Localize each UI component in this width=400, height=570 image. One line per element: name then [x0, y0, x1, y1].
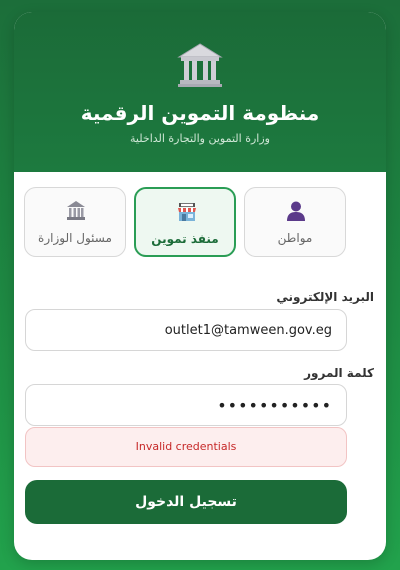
role-selector: مسئول الوزارة منفذ تموين مواطن	[24, 187, 346, 257]
role-label: مسئول الوزارة	[38, 231, 112, 245]
store-icon	[178, 203, 196, 221]
government-building-icon	[177, 43, 223, 87]
person-icon	[287, 201, 305, 221]
password-label: كلمة المرور	[304, 366, 374, 380]
password-input[interactable]	[25, 384, 347, 426]
role-label: مواطن	[277, 231, 313, 245]
card-header: منظومة التموين الرقمية وزارة التموين وال…	[14, 12, 386, 172]
role-ministry-official[interactable]: مسئول الوزارة	[24, 187, 126, 257]
error-alert: Invalid credentials	[25, 427, 347, 467]
ministry-subtitle: وزارة التموين والتجارة الداخلية	[130, 132, 270, 145]
role-supply-outlet[interactable]: منفذ تموين	[134, 187, 236, 257]
email-input[interactable]	[25, 309, 347, 351]
app-title: منظومة التموين الرقمية	[80, 101, 320, 125]
email-label: البريد الإلكتروني	[276, 290, 374, 304]
ministry-building-icon	[67, 201, 85, 220]
role-citizen[interactable]: مواطن	[244, 187, 346, 257]
login-button[interactable]: تسجيل الدخول	[25, 480, 347, 524]
role-label: منفذ تموين	[151, 232, 219, 246]
login-card: منظومة التموين الرقمية وزارة التموين وال…	[14, 12, 386, 560]
